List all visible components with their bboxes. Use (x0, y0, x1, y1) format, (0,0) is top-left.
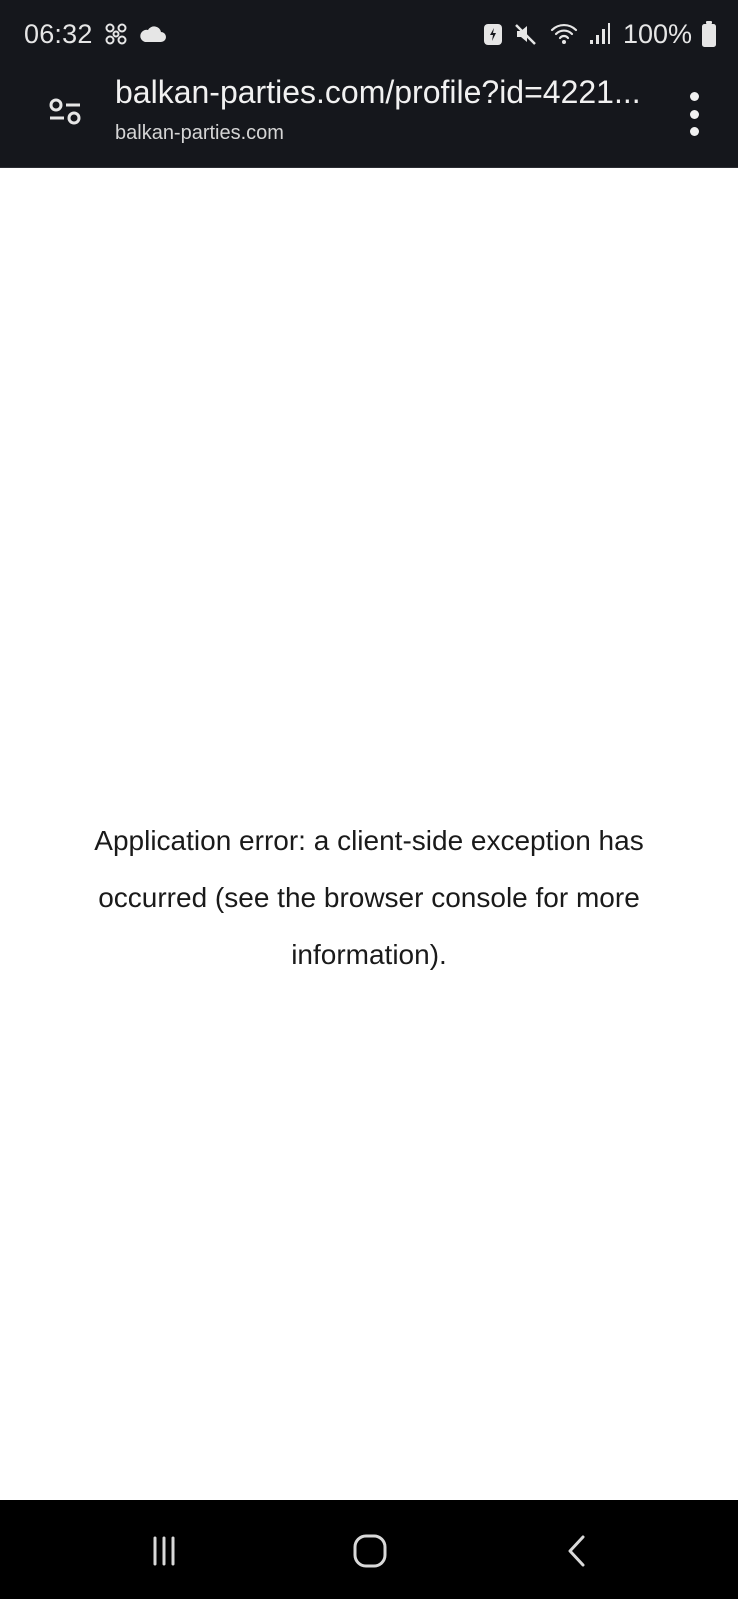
url-domain: balkan-parties.com (115, 122, 284, 144)
browser-menu-button[interactable] (684, 92, 704, 136)
menu-dot-icon (689, 92, 699, 101)
status-bar-right: 100% (483, 19, 716, 50)
menu-dot-icon (689, 127, 699, 136)
menu-dot-icon (689, 109, 699, 119)
back-button[interactable] (555, 1528, 601, 1574)
battery-icon (702, 21, 716, 47)
battery-percentage: 100% (622, 18, 692, 49)
cloud-icon (139, 24, 167, 44)
web-page-content: Application error: a client-side excepti… (0, 168, 738, 1500)
application-error-message: Application error: a client-side excepti… (94, 825, 644, 970)
signal-icon (589, 22, 611, 46)
home-button[interactable] (347, 1528, 393, 1574)
status-bar-left: 06:32 (24, 19, 167, 50)
back-icon (568, 1535, 585, 1567)
wifi-icon (549, 22, 579, 46)
site-settings-icon[interactable] (46, 94, 86, 134)
status-bar: 06:32 100% (0, 0, 738, 68)
mute-icon (513, 22, 539, 46)
battery-saver-icon (483, 22, 503, 46)
browser-url-bar: balkan-parties.com/profile?id=4221... ba… (0, 68, 738, 168)
fan-icon (103, 21, 129, 47)
recents-icon (153, 1536, 175, 1566)
recents-button[interactable] (141, 1528, 187, 1574)
home-icon (353, 1534, 387, 1568)
navigation-bar (0, 1500, 738, 1599)
url-text[interactable]: balkan-parties.com/profile?id=4221... (115, 74, 655, 111)
clock: 06:32 (24, 18, 93, 49)
